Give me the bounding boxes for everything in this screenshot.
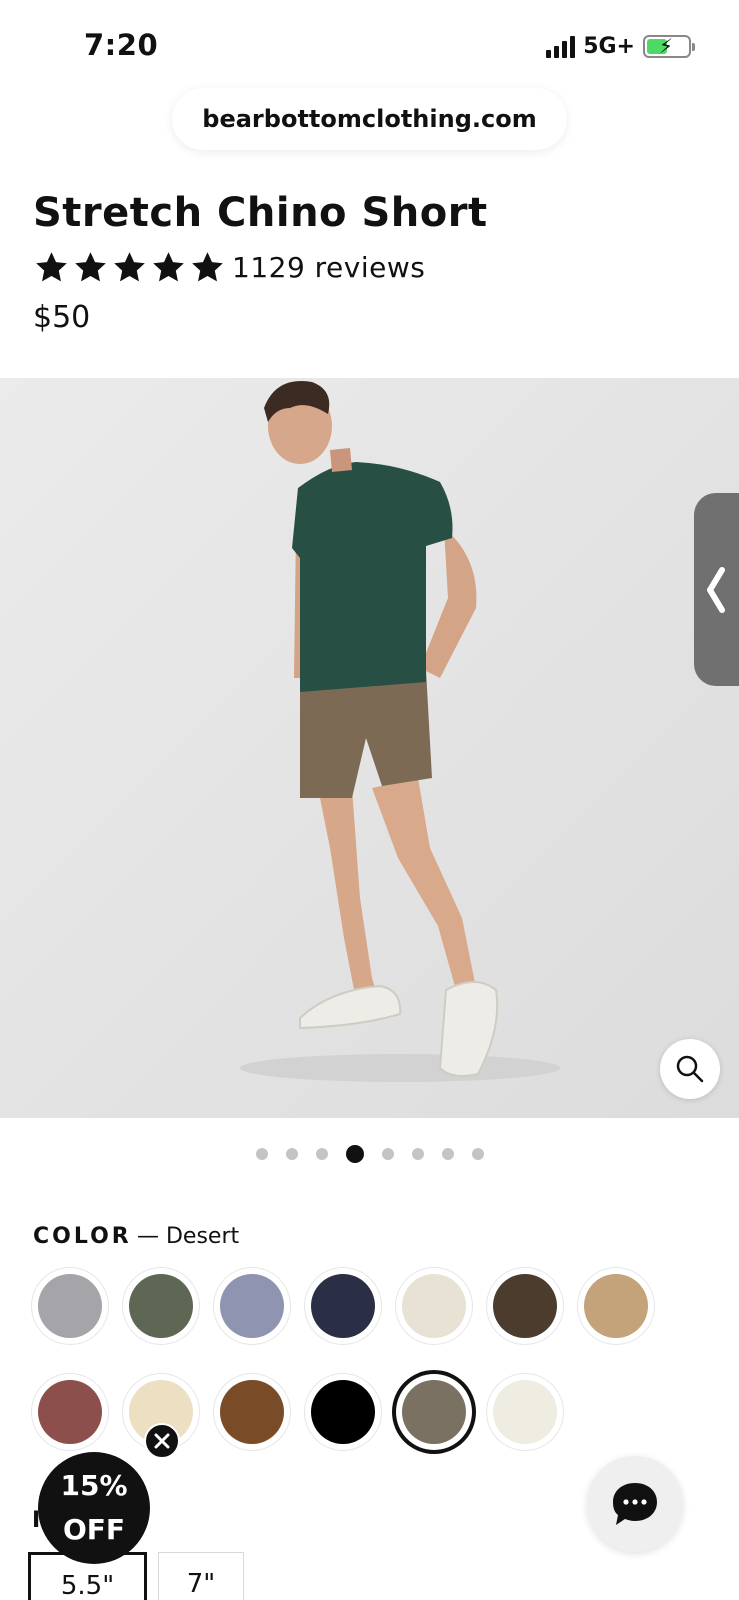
pagination-dot[interactable] [316,1148,328,1160]
color-swatch[interactable] [32,1268,108,1344]
star-rating [33,250,226,285]
color-swatch[interactable] [305,1374,381,1450]
swatch-fill [311,1380,375,1444]
battery-icon: ⚡ [643,34,695,58]
chat-button[interactable] [587,1456,683,1552]
star-icon [114,252,145,282]
swatch-fill [220,1274,284,1338]
product-price: $50 [33,300,91,335]
discount-badge[interactable]: 15% OFF [38,1452,150,1564]
gallery-pagination [256,1145,484,1163]
rating-row[interactable]: 1129 reviews [33,250,425,285]
swatch-fill [311,1274,375,1338]
close-promo-button[interactable] [144,1423,180,1459]
pagination-dot[interactable] [412,1148,424,1160]
star-icon [36,252,67,282]
product-image[interactable] [0,378,739,1118]
color-swatch-selected[interactable] [396,1374,472,1450]
pagination-dot-active[interactable] [346,1145,364,1163]
selected-color-name: — Desert [137,1224,240,1249]
swatch-fill [493,1274,557,1338]
color-swatch[interactable] [305,1268,381,1344]
chat-bubble-icon [613,1483,657,1525]
swatch-fill [38,1274,102,1338]
inseam-option-7[interactable]: 7" [158,1552,244,1600]
swatch-fill [129,1274,193,1338]
network-type: 5G+ [583,34,635,59]
swatch-fill [493,1380,557,1444]
color-label: COLOR [33,1224,132,1249]
color-swatch[interactable] [396,1268,472,1344]
color-swatch[interactable] [214,1268,290,1344]
star-icon [192,252,223,282]
close-icon [154,1433,170,1449]
discount-percent: 15% [60,1469,128,1502]
status-bar: 7:20 5G+ ⚡ [0,0,739,88]
url-bar[interactable]: bearbottomclothing.com [172,88,567,150]
magnifier-icon [676,1055,704,1083]
signal-strength-icon [546,35,576,58]
charging-bolt-icon: ⚡ [659,34,674,58]
color-swatch[interactable] [32,1374,108,1450]
model-illustration [240,381,560,1082]
pagination-dot[interactable] [382,1148,394,1160]
swatch-fill [584,1274,648,1338]
color-swatch[interactable] [487,1374,563,1450]
color-swatch[interactable] [123,1268,199,1344]
pagination-dot[interactable] [472,1148,484,1160]
star-icon [75,252,106,282]
color-swatch[interactable] [214,1374,290,1450]
color-swatch[interactable] [578,1268,654,1344]
swatch-fill [38,1380,102,1444]
status-time: 7:20 [84,28,159,62]
star-icon [153,252,184,282]
side-drawer-tab[interactable] [694,493,739,686]
swatch-fill [402,1380,466,1444]
swatch-fill [220,1380,284,1444]
color-swatch[interactable] [487,1268,563,1344]
chevron-left-icon [707,566,725,613]
product-title: Stretch Chino Short [33,190,488,236]
swatch-fill [402,1274,466,1338]
pagination-dot[interactable] [442,1148,454,1160]
status-indicators: 5G+ ⚡ [546,34,695,59]
zoom-button[interactable] [660,1039,720,1099]
pagination-dot[interactable] [286,1148,298,1160]
pagination-dot[interactable] [256,1148,268,1160]
review-count[interactable]: 1129 reviews [232,251,425,284]
discount-off: OFF [62,1513,126,1546]
